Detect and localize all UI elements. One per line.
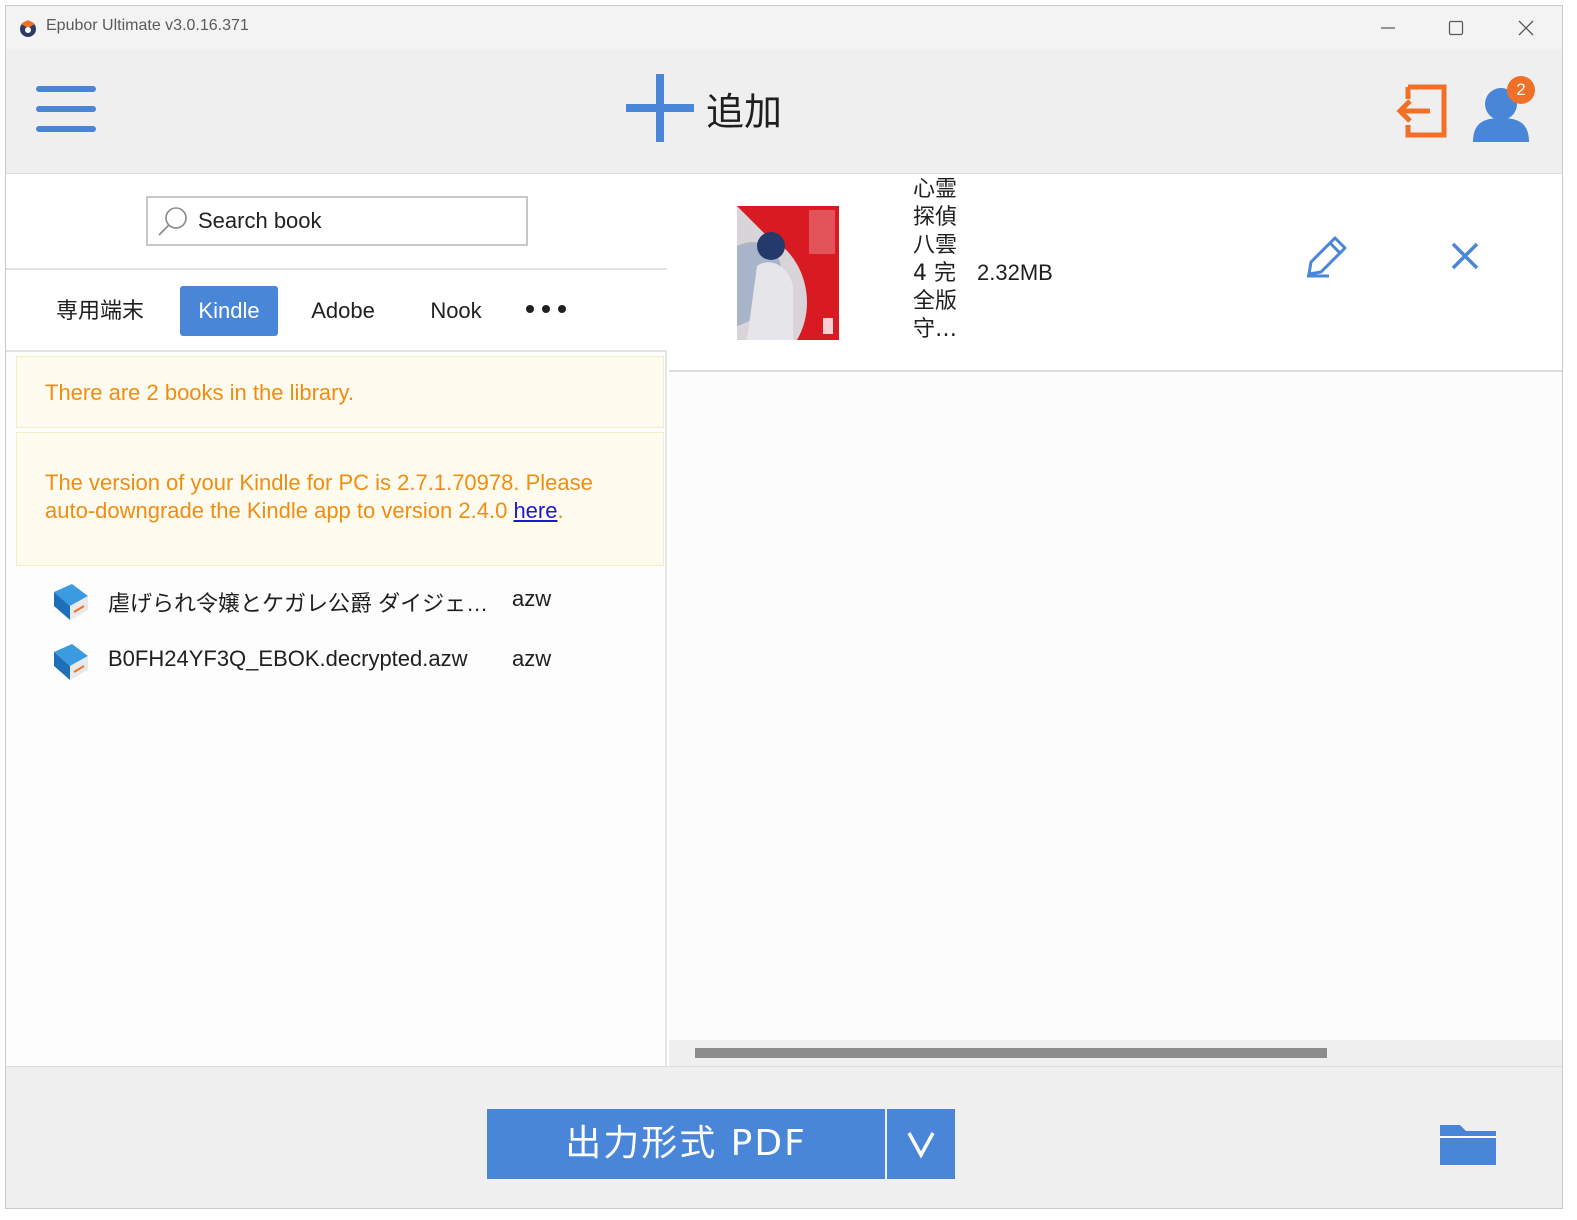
title-bar: Epubor Ultimate v3.0.16.371 [6, 6, 1562, 50]
logout-icon [1396, 84, 1447, 138]
tab-adobe[interactable]: Adobe [300, 286, 386, 336]
more-tabs-button[interactable] [526, 300, 570, 320]
plus-icon [626, 74, 694, 142]
hamburger-icon [36, 86, 96, 92]
conversion-size: 2.32MB [977, 260, 1053, 285]
book-icon [54, 584, 88, 620]
maximize-button[interactable] [1426, 6, 1486, 50]
scrollbar-thumb[interactable] [695, 1048, 1327, 1058]
pencil-icon [1307, 236, 1347, 278]
maximize-icon [1448, 20, 1464, 36]
conversion-title: 心霊探偵八雲4 完全版 守… [913, 177, 958, 342]
more-dots-icon [526, 305, 534, 313]
format-dropdown-button[interactable] [887, 1109, 955, 1179]
library-panel: 専用端末 Kindle Adobe Nook There are 2 books… [6, 174, 667, 1066]
notification-badge: 2 [1507, 76, 1535, 104]
add-label: 追加 [706, 89, 783, 134]
tab-kindle[interactable]: Kindle [180, 286, 278, 336]
window-title: Epubor Ultimate v3.0.16.371 [46, 17, 249, 34]
search-area [6, 174, 667, 270]
search-input[interactable] [198, 206, 518, 236]
search-icon [158, 207, 187, 236]
book-format: azw [512, 586, 552, 611]
book-title: 虐げられ令嬢とケガレ公爵 ダイジェスト版 [108, 591, 498, 616]
tab-nook[interactable]: Nook [416, 286, 496, 336]
close-icon [1518, 20, 1534, 36]
app-logo-icon [20, 20, 36, 37]
bottom-bar: 出力形式 PDF [6, 1066, 1562, 1208]
folder-icon [1440, 1125, 1496, 1165]
add-book-button[interactable]: 追加 [624, 72, 782, 144]
output-format-button[interactable]: 出力形式 PDF [487, 1109, 885, 1179]
chevron-down-icon [907, 1132, 935, 1159]
user-account-button[interactable]: 2 [1471, 76, 1535, 142]
edit-button[interactable] [1305, 234, 1349, 278]
search-box[interactable] [146, 196, 528, 246]
close-icon [1451, 242, 1479, 270]
library-count-text: There are 2 books in the library. [45, 380, 354, 405]
book-list-item[interactable]: B0FH24YF3Q_EBOK.decrypted.azw azw [50, 638, 650, 682]
kindle-version-notice: The version of your Kindle for PC is 2.7… [16, 432, 664, 566]
app-window: Epubor Ultimate v3.0.16.371 追加 2 Search … [5, 5, 1563, 1209]
library-count-notice: There are 2 books in the library. [16, 356, 664, 428]
logout-button[interactable] [1396, 83, 1450, 139]
book-icon [54, 644, 88, 680]
open-folder-button[interactable] [1438, 1121, 1500, 1167]
downgrade-link[interactable]: here [513, 498, 557, 523]
remove-item-button[interactable] [1445, 236, 1485, 276]
minimize-icon [1381, 27, 1395, 29]
minimize-button[interactable] [1358, 6, 1418, 50]
book-cover [737, 206, 839, 340]
tab-device[interactable]: 専用端末 [46, 286, 154, 336]
horizontal-scrollbar[interactable] [669, 1040, 1562, 1066]
close-window-button[interactable] [1496, 6, 1556, 50]
book-format: azw [512, 646, 552, 671]
source-tabs: 専用端末 Kindle Adobe Nook [6, 270, 667, 352]
book-title: B0FH24YF3Q_EBOK.decrypted.azw [108, 646, 468, 671]
conversion-item: 心霊探偵八雲4 完全版 守… 2.32MB [669, 174, 1562, 372]
book-list-item[interactable]: 虐げられ令嬢とケガレ公爵 ダイジェスト版 azw [50, 578, 650, 622]
menu-button[interactable] [36, 86, 96, 136]
conversion-panel: 心霊探偵八雲4 完全版 守… 2.32MB [669, 174, 1562, 1066]
kindle-version-text: The version of your Kindle for PC is 2.7… [45, 470, 593, 523]
main-toolbar: 追加 2 [6, 50, 1562, 174]
